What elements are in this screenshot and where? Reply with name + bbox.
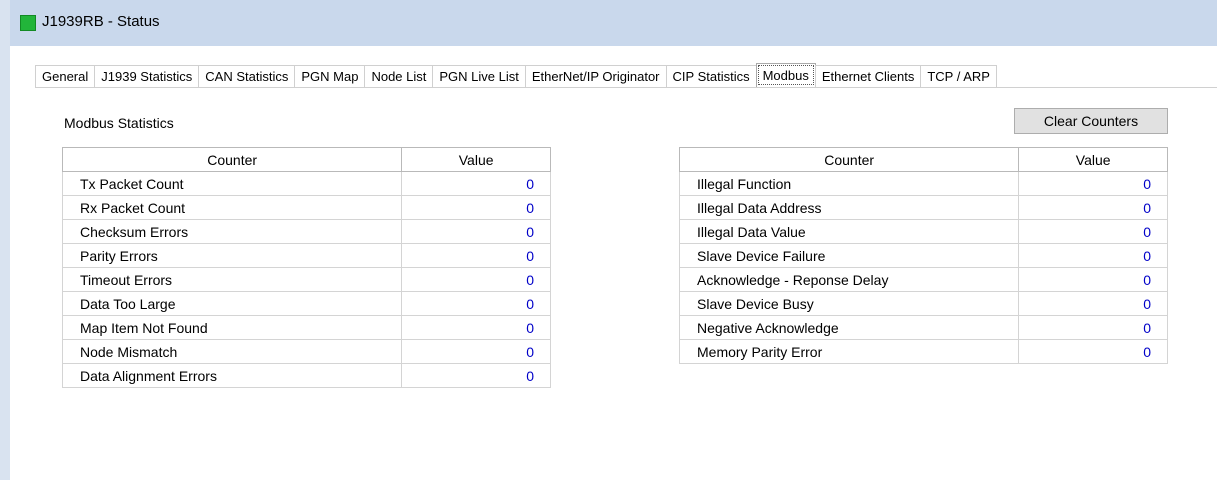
counter-name: Acknowledge - Reponse Delay	[678, 267, 1020, 292]
counter-column-header[interactable]: Counter	[678, 147, 1020, 172]
table-row[interactable]: Acknowledge - Reponse Delay 0	[678, 267, 1168, 292]
counter-name: Parity Errors	[61, 243, 403, 268]
value-column-header[interactable]: Value	[1018, 147, 1168, 172]
table-row[interactable]: Memory Parity Error 0	[678, 339, 1168, 364]
counter-name: Rx Packet Count	[61, 195, 403, 220]
counter-name: Slave Device Failure	[678, 243, 1020, 268]
counter-value: 0	[401, 315, 551, 340]
counter-value: 0	[1018, 243, 1168, 268]
counter-value: 0	[401, 267, 551, 292]
counter-value: 0	[401, 219, 551, 244]
counter-value: 0	[401, 291, 551, 316]
counter-name: Negative Acknowledge	[678, 315, 1020, 340]
counter-value: 0	[1018, 339, 1168, 364]
table-row[interactable]: Data Too Large 0	[61, 291, 551, 316]
status-panel: General J1939 Statistics CAN Statistics PGN…	[10, 46, 1217, 480]
counter-value: 0	[401, 363, 551, 388]
counter-name: Data Alignment Errors	[61, 363, 403, 388]
table-row[interactable]: Slave Device Failure 0	[678, 243, 1168, 268]
table-row[interactable]: Timeout Errors 0	[61, 267, 551, 292]
counter-value: 0	[1018, 315, 1168, 340]
counter-name: Tx Packet Count	[61, 171, 403, 196]
counter-value: 0	[1018, 219, 1168, 244]
counter-value: 0	[401, 195, 551, 220]
counter-column-header[interactable]: Counter	[61, 147, 403, 172]
tab-can-statistics[interactable]: CAN Statistics	[198, 65, 296, 87]
table-row[interactable]: Parity Errors 0	[61, 243, 551, 268]
table-row[interactable]: Tx Packet Count 0	[61, 171, 551, 196]
table-row[interactable]: Node Mismatch 0	[61, 339, 551, 364]
table-header-row: Counter Value	[61, 147, 551, 172]
window-title: J1939RB - Status	[42, 13, 160, 30]
tab-j1939-statistics[interactable]: J1939 Statistics	[94, 65, 200, 87]
modbus-stats-table: Counter Value Tx Packet Count 0 Rx Packet …	[61, 147, 551, 388]
counter-name: Illegal Data Address	[678, 195, 1020, 220]
counter-value: 0	[1018, 171, 1168, 196]
counter-value: 0	[401, 171, 551, 196]
counter-name: Illegal Data Value	[678, 219, 1020, 244]
status-square-icon	[20, 15, 36, 31]
tab-ethernet-clients[interactable]: Ethernet Clients	[814, 65, 922, 87]
clear-counters-button[interactable]: Clear Counters	[1014, 108, 1168, 134]
table-row[interactable]: Data Alignment Errors 0	[61, 363, 551, 388]
section-title: Modbus Statistics	[64, 115, 174, 131]
tab-cip-statistics[interactable]: CIP Statistics	[665, 65, 757, 87]
tab-strip: General J1939 Statistics CAN Statistics PGN…	[35, 63, 997, 88]
tab-pgn-live-list[interactable]: PGN Live List	[432, 65, 526, 87]
table-row[interactable]: Checksum Errors 0	[61, 219, 551, 244]
tab-pgn-map[interactable]: PGN Map	[294, 65, 366, 87]
tab-modbus[interactable]: Modbus	[755, 63, 816, 87]
title-bar: J1939RB - Status	[0, 0, 1217, 46]
counter-name: Map Item Not Found	[61, 315, 403, 340]
counter-name: Data Too Large	[61, 291, 403, 316]
table-header-row: Counter Value	[678, 147, 1168, 172]
table-row[interactable]: Rx Packet Count 0	[61, 195, 551, 220]
value-column-header[interactable]: Value	[401, 147, 551, 172]
table-row[interactable]: Slave Device Busy 0	[678, 291, 1168, 316]
counter-name: Node Mismatch	[61, 339, 403, 364]
tab-divider	[35, 87, 1217, 88]
tab-tcp-arp[interactable]: TCP / ARP	[920, 65, 997, 87]
tab-node-list[interactable]: Node List	[364, 65, 434, 87]
counter-value: 0	[1018, 267, 1168, 292]
modbus-exception-table: Counter Value Illegal Function 0 Illegal D…	[678, 147, 1168, 364]
table-row[interactable]: Map Item Not Found 0	[61, 315, 551, 340]
left-panel-edge	[0, 0, 10, 480]
counter-value: 0	[401, 243, 551, 268]
table-row[interactable]: Illegal Data Value 0	[678, 219, 1168, 244]
tab-ethernet-ip-originator[interactable]: EtherNet/IP Originator	[524, 65, 667, 87]
counter-name: Timeout Errors	[61, 267, 403, 292]
counter-name: Illegal Function	[678, 171, 1020, 196]
counter-name: Slave Device Busy	[678, 291, 1020, 316]
counter-name: Memory Parity Error	[678, 339, 1020, 364]
table-row[interactable]: Illegal Function 0	[678, 171, 1168, 196]
counter-name: Checksum Errors	[61, 219, 403, 244]
counter-value: 0	[1018, 195, 1168, 220]
tab-general[interactable]: General	[35, 65, 96, 87]
counter-value: 0	[401, 339, 551, 364]
table-row[interactable]: Negative Acknowledge 0	[678, 315, 1168, 340]
table-row[interactable]: Illegal Data Address 0	[678, 195, 1168, 220]
counter-value: 0	[1018, 291, 1168, 316]
